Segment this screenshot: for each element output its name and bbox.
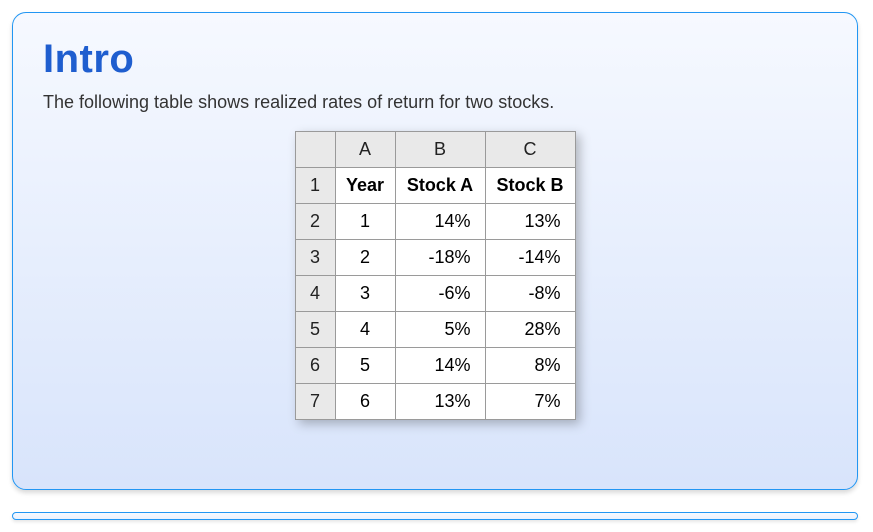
column-letter-row: A B C <box>295 132 575 168</box>
data-cell: 5 <box>335 348 395 384</box>
next-card-peek <box>12 512 858 520</box>
data-cell: 6 <box>335 384 395 420</box>
table-row: 5 4 5% 28% <box>295 312 575 348</box>
header-cell: Year <box>335 168 395 204</box>
row-number: 5 <box>295 312 335 348</box>
data-cell: 3 <box>335 276 395 312</box>
card-description: The following table shows realized rates… <box>43 92 827 113</box>
data-cell: 5% <box>395 312 485 348</box>
header-cell: Stock B <box>485 168 575 204</box>
data-cell: 14% <box>395 204 485 240</box>
intro-card: Intro The following table shows realized… <box>12 12 858 490</box>
table-row: 6 5 14% 8% <box>295 348 575 384</box>
row-number: 2 <box>295 204 335 240</box>
row-number: 4 <box>295 276 335 312</box>
col-letter: B <box>395 132 485 168</box>
data-cell: 4 <box>335 312 395 348</box>
col-letter: A <box>335 132 395 168</box>
data-cell: -14% <box>485 240 575 276</box>
spreadsheet-table: A B C 1 Year Stock A Stock B 2 1 14% 13%… <box>295 131 576 420</box>
data-cell: 28% <box>485 312 575 348</box>
data-cell: 14% <box>395 348 485 384</box>
table-row: 2 1 14% 13% <box>295 204 575 240</box>
table-row: 3 2 -18% -14% <box>295 240 575 276</box>
row-number: 3 <box>295 240 335 276</box>
col-letter: C <box>485 132 575 168</box>
corner-cell <box>295 132 335 168</box>
table-row: 4 3 -6% -8% <box>295 276 575 312</box>
data-cell: 13% <box>395 384 485 420</box>
data-cell: 1 <box>335 204 395 240</box>
data-cell: 7% <box>485 384 575 420</box>
row-number: 7 <box>295 384 335 420</box>
header-row: 1 Year Stock A Stock B <box>295 168 575 204</box>
data-cell: -6% <box>395 276 485 312</box>
data-cell: 13% <box>485 204 575 240</box>
card-title: Intro <box>43 37 827 82</box>
data-cell: -8% <box>485 276 575 312</box>
table-container: A B C 1 Year Stock A Stock B 2 1 14% 13%… <box>43 131 827 420</box>
data-cell: 2 <box>335 240 395 276</box>
row-number: 1 <box>295 168 335 204</box>
table-row: 7 6 13% 7% <box>295 384 575 420</box>
data-cell: -18% <box>395 240 485 276</box>
header-cell: Stock A <box>395 168 485 204</box>
row-number: 6 <box>295 348 335 384</box>
data-cell: 8% <box>485 348 575 384</box>
